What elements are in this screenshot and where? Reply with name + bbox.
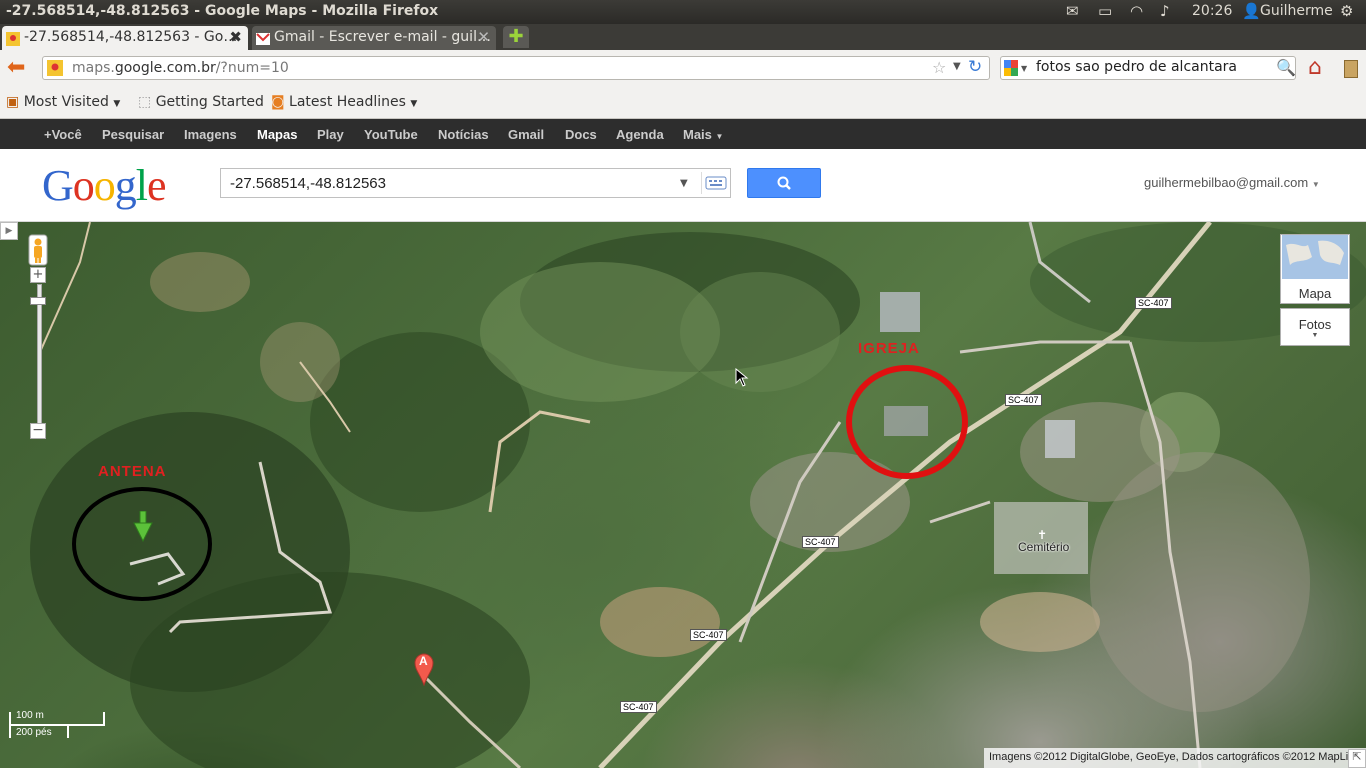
url-domain: google.com.br <box>114 60 216 76</box>
mail-icon[interactable]: ✉ <box>1066 2 1079 20</box>
back-arrow-icon[interactable]: ⬅ <box>7 56 25 80</box>
gbar-item-mapas[interactable]: Mapas <box>257 127 297 142</box>
road-label: SC-407 <box>620 701 657 713</box>
zoom-in-button[interactable]: + <box>30 267 46 283</box>
page-icon: ⬚ <box>138 94 152 110</box>
account-email: guilhermebilbao@gmail.com <box>1144 175 1309 190</box>
url-prefix: maps. <box>72 60 115 76</box>
bookmark-label: Most Visited <box>23 94 109 110</box>
wifi-icon[interactable]: ◠ <box>1130 2 1143 20</box>
url-text[interactable]: maps.google.com.br/?num=10 <box>72 60 289 76</box>
user-name[interactable]: Guilherme <box>1260 3 1333 19</box>
search-dropdown-icon[interactable]: ▼ <box>680 178 688 189</box>
photos-button[interactable]: Fotos ▼ <box>1280 308 1350 346</box>
tab-label: -27.568514,-48.812563 - Go… <box>24 29 238 45</box>
chevron-down-icon: ▼ <box>113 99 121 109</box>
gbar-item-gmail[interactable]: Gmail <box>508 127 544 142</box>
site-favicon-icon <box>47 60 63 76</box>
zoom-slider-handle[interactable] <box>30 297 46 305</box>
igreja-label: IGREJA <box>858 340 920 357</box>
expand-panel-icon[interactable]: ▶ <box>0 222 18 240</box>
settings-gear-icon[interactable]: ⚙ <box>1340 2 1353 20</box>
road-label: SC-407 <box>1135 297 1172 309</box>
gbar-item-play[interactable]: Play <box>317 127 344 142</box>
bookmark-latest-headlines[interactable]: ◙ Latest Headlines ▼ <box>271 94 417 110</box>
bookmark-star-icon[interactable]: ☆ <box>932 58 946 77</box>
map-attribution: Imagens ©2012 DigitalGlobe, GeoEye, Dado… <box>984 748 1366 768</box>
bookmark-getting-started[interactable]: ⬚ Getting Started <box>138 94 264 110</box>
close-tab-icon[interactable]: ✖ <box>229 26 242 48</box>
tab-google-maps[interactable]: -27.568514,-48.812563 - Go… ✖ <box>2 26 248 50</box>
reload-icon[interactable]: ↻ <box>968 57 982 77</box>
bookmark-label: Getting Started <box>155 94 264 110</box>
green-arrow-marker-icon[interactable] <box>133 510 153 547</box>
maps-search-input[interactable]: -27.568514,-48.812563 <box>230 175 386 192</box>
chevron-down-icon: ▼ <box>715 132 724 141</box>
satellite-map[interactable]: ANTENA IGREJA SC-407 SC-407 SC-407 SC-40… <box>0 222 1366 768</box>
gbar-item-imagens[interactable]: Imagens <box>184 127 237 142</box>
google-maps-icon <box>6 31 20 46</box>
close-tab-icon[interactable]: ✕ <box>477 26 490 48</box>
account-menu[interactable]: guilhermebilbao@gmail.com ▼ <box>1144 175 1320 190</box>
tab-gmail[interactable]: Gmail - Escrever e-mail - guil… ✕ <box>252 26 496 50</box>
new-tab-button[interactable]: ✚ <box>503 26 529 48</box>
igreja-circle <box>846 365 968 479</box>
keyboard-icon[interactable] <box>701 172 730 194</box>
overview-toggle-icon[interactable]: ⇱ <box>1348 749 1366 768</box>
system-top-panel: -27.568514,-48.812563 - Google Maps - Mo… <box>0 0 1366 24</box>
bookmark-most-visited[interactable]: ▣ Most Visited ▼ <box>6 94 120 110</box>
map-type-label: Mapa <box>1298 286 1332 301</box>
maps-search-button[interactable] <box>747 168 821 198</box>
url-path: /?num=10 <box>215 60 289 76</box>
scale-metric: 100 m <box>16 710 44 721</box>
chevron-down-icon: ▼ <box>1311 180 1320 189</box>
battery-icon[interactable]: ▭ <box>1098 2 1112 20</box>
folder-icon: ▣ <box>6 94 20 110</box>
zoom-out-button[interactable]: − <box>30 423 46 439</box>
gbar-item-agenda[interactable]: Agenda <box>616 127 664 142</box>
road-label: SC-407 <box>1005 394 1042 406</box>
gbar-item-mais[interactable]: Mais ▼ <box>683 127 723 142</box>
tab-label: Gmail - Escrever e-mail - guil… <box>274 29 491 45</box>
window-title: -27.568514,-48.812563 - Google Maps - Mo… <box>6 3 439 19</box>
map-type-button[interactable]: Mapa <box>1280 234 1350 304</box>
photos-label: Fotos <box>1298 317 1332 332</box>
pegman-icon[interactable] <box>28 234 48 266</box>
gbar-item-voce[interactable]: +Você <box>44 127 82 142</box>
gbar-item-docs[interactable]: Docs <box>565 127 597 142</box>
downloads-icon[interactable] <box>1344 60 1358 78</box>
clock[interactable]: 20:26 <box>1192 3 1232 19</box>
search-icon <box>777 176 791 190</box>
rss-icon: ◙ <box>271 94 285 110</box>
zoom-slider-track[interactable] <box>37 284 42 426</box>
search-magnifier-icon[interactable]: 🔍 <box>1276 58 1296 77</box>
road-label: SC-407 <box>690 629 727 641</box>
user-icon[interactable]: 👤 <box>1242 2 1261 20</box>
road-label: SC-407 <box>802 536 839 548</box>
gbar-item-pesquisar[interactable]: Pesquisar <box>102 127 164 142</box>
bookmark-label: Latest Headlines <box>289 94 406 110</box>
gmail-icon <box>256 31 270 45</box>
scale-imperial: 200 pés <box>16 727 52 738</box>
gbar-item-youtube[interactable]: YouTube <box>364 127 418 142</box>
map-thumbnail-icon <box>1282 235 1348 279</box>
volume-icon[interactable]: ♪ <box>1160 2 1170 20</box>
google-logo[interactable]: Google <box>42 160 167 211</box>
url-dropdown-icon[interactable]: ▼ <box>953 61 961 72</box>
antena-label: ANTENA <box>98 463 167 480</box>
mais-label: Mais <box>683 127 712 142</box>
home-icon[interactable]: ⌂ <box>1308 55 1322 80</box>
engine-dropdown-icon[interactable]: ▼ <box>1021 64 1027 73</box>
mouse-cursor-icon <box>735 367 749 392</box>
cemetery-label[interactable]: Cemitério <box>1018 540 1069 554</box>
search-field[interactable]: fotos sao pedro de alcantara <box>1036 59 1237 75</box>
gbar-item-noticias[interactable]: Notícias <box>438 127 489 142</box>
google-search-engine-icon[interactable] <box>1004 60 1018 76</box>
scale-bar: 100 m 200 pés <box>8 710 106 742</box>
chevron-down-icon: ▼ <box>1311 332 1319 339</box>
marker-letter: A <box>419 654 428 668</box>
chevron-down-icon: ▼ <box>410 99 418 109</box>
tab-bar: -27.568514,-48.812563 - Go… ✖ Gmail - Es… <box>0 24 1366 50</box>
